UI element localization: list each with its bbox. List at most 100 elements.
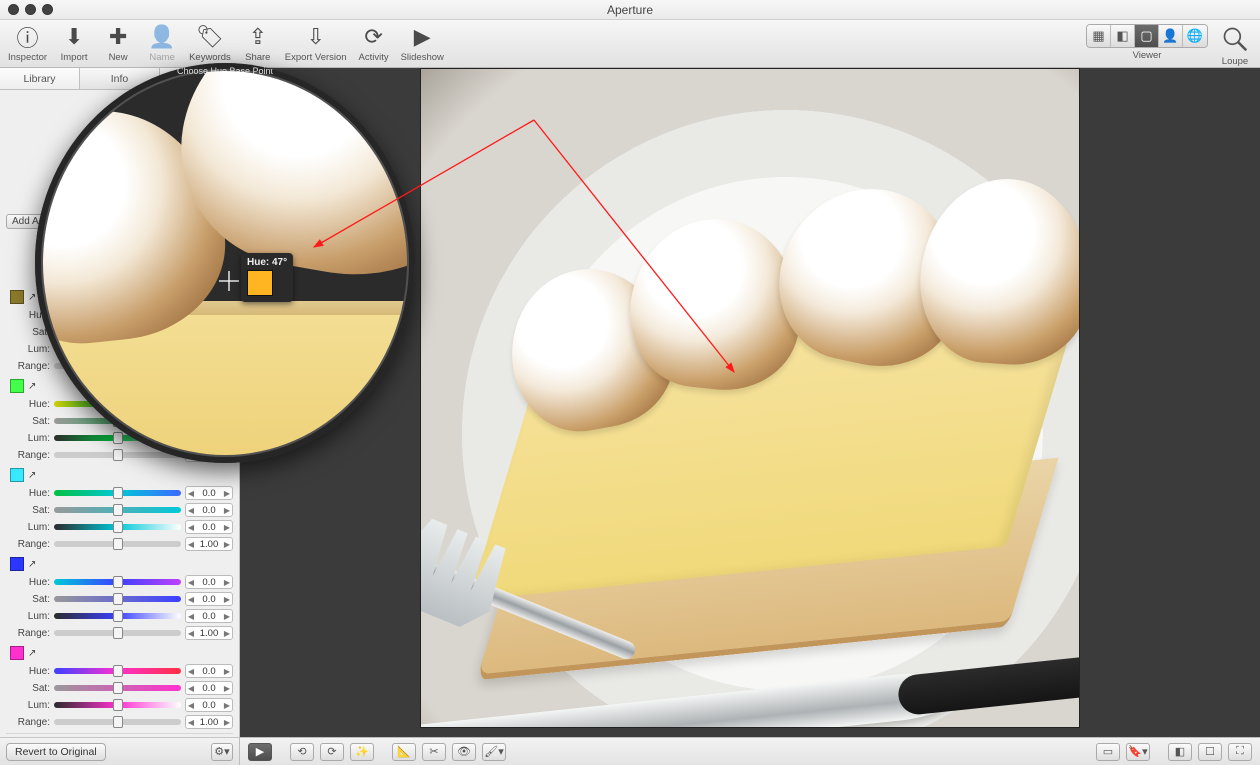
activity-button[interactable]: ⟳ Activity [357,24,391,63]
hue-4-label: Hue: [10,666,50,677]
stepper-increment-icon[interactable]: ▶ [222,540,232,549]
show-primary-only[interactable]: ◧ [1168,743,1192,761]
auto-enhance-button[interactable]: ✨ [350,743,374,761]
color-swatch-1[interactable] [10,379,24,393]
import-button[interactable]: ⬇ Import [57,24,91,63]
color-swatch-2[interactable] [10,468,24,482]
range-2-stepper[interactable]: ◀ 1.00 ▶ [185,537,233,551]
redeye-button[interactable]: 👁 [452,743,476,761]
hue-3-slider[interactable] [54,579,181,585]
sat-3-slider[interactable] [54,596,181,602]
keywords-button[interactable]: 🏷 Keywords [189,24,231,63]
zoom-toggle[interactable]: ▭ [1096,743,1120,761]
hue-3-label: Hue: [10,577,50,588]
stepper-decrement-icon[interactable]: ◀ [186,540,196,549]
new-button[interactable]: ✚ New [101,24,135,63]
lum-3-stepper[interactable]: ◀ 0.0 ▶ [185,609,233,623]
eyedropper-icon[interactable]: ↗ [28,559,36,570]
eyedropper-icon[interactable]: ↗ [28,381,36,392]
loupe-zoom-level[interactable]: 100▼ [366,438,393,449]
range-4-slider[interactable] [54,719,181,725]
selection-tool[interactable]: ▶ [248,743,272,761]
viewer-mode-grid[interactable]: ▦ [1087,25,1111,47]
loupe-overlay[interactable]: Choose Hue Base Point Hue: 47° 100▼ [35,63,415,463]
stepper-increment-icon[interactable]: ▶ [222,612,232,621]
export-button[interactable]: ⇩ Export Version [285,24,347,63]
stepper-increment-icon[interactable]: ▶ [222,595,232,604]
stepper-decrement-icon[interactable]: ◀ [186,506,196,515]
inspector-action-menu[interactable]: ⚙▾ [211,743,233,761]
loupe-crosshair-icon [219,271,239,291]
metadata-overlay-button[interactable]: 🔖▾ [1126,743,1150,761]
stepper-decrement-icon[interactable]: ◀ [186,701,196,710]
keywords-label: Keywords [189,52,231,63]
viewer-mode-single[interactable]: ▢ [1135,25,1159,47]
range-4-label: Range: [10,717,50,728]
share-button[interactable]: ⇪ Share [241,24,275,63]
stepper-increment-icon[interactable]: ▶ [222,667,232,676]
stepper-increment-icon[interactable]: ▶ [222,701,232,710]
stepper-increment-icon[interactable]: ▶ [222,489,232,498]
range-3-slider[interactable] [54,630,181,636]
stepper-decrement-icon[interactable]: ◀ [186,595,196,604]
stepper-increment-icon[interactable]: ▶ [222,629,232,638]
sat-3-stepper[interactable]: ◀ 0.0 ▶ [185,592,233,606]
range-3-stepper[interactable]: ◀ 1.00 ▶ [185,626,233,640]
eyedropper-icon[interactable]: ↗ [28,292,36,303]
rotate-cw-button[interactable]: ⟳ [320,743,344,761]
stepper-decrement-icon[interactable]: ◀ [186,489,196,498]
slideshow-button[interactable]: ▶ Slideshow [401,24,444,63]
stepper-decrement-icon[interactable]: ◀ [186,667,196,676]
loupe-button[interactable]: Loupe [1218,24,1252,67]
eyedropper-icon[interactable]: ↗ [28,648,36,659]
loupe-resize-handle[interactable] [391,441,403,453]
show-master-button[interactable]: ☐ [1198,743,1222,761]
color-swatch-4[interactable] [10,646,24,660]
stepper-decrement-icon[interactable]: ◀ [186,629,196,638]
crop-button[interactable]: ✂ [422,743,446,761]
viewer-mode-split[interactable]: ◧ [1111,25,1135,47]
range-2-slider[interactable] [54,541,181,547]
stepper-decrement-icon[interactable]: ◀ [186,612,196,621]
viewer-mode-places[interactable]: 🌐 [1183,25,1207,47]
stepper-decrement-icon[interactable]: ◀ [186,523,196,532]
hue-2-slider[interactable] [54,490,181,496]
range-4-stepper[interactable]: ◀ 1.00 ▶ [185,715,233,729]
lum-4-stepper[interactable]: ◀ 0.0 ▶ [185,698,233,712]
full-screen-button[interactable]: ⛶ [1228,743,1252,761]
stepper-increment-icon[interactable]: ▶ [222,578,232,587]
stepper-decrement-icon[interactable]: ◀ [186,578,196,587]
stepper-increment-icon[interactable]: ▶ [222,718,232,727]
inspector-button[interactable]: ⓘ Inspector [8,24,47,63]
lum-4-slider[interactable] [54,702,181,708]
color-swatch-0[interactable] [10,290,24,304]
lum-2-stepper[interactable]: ◀ 0.0 ▶ [185,520,233,534]
sat-2-stepper[interactable]: ◀ 0.0 ▶ [185,503,233,517]
eyedropper-icon[interactable]: ↗ [28,470,36,481]
color-swatch-3[interactable] [10,557,24,571]
stepper-decrement-icon[interactable]: ◀ [186,684,196,693]
color-group-4: ↗ Hue: ◀ 0.0 ▶ Sat: ◀ 0.0 ▶ Lum: ◀ 0.0 ▶… [6,644,233,733]
hue-2-stepper[interactable]: ◀ 0.0 ▶ [185,486,233,500]
sat-4-slider[interactable] [54,685,181,691]
lum-3-slider[interactable] [54,613,181,619]
stepper-increment-icon[interactable]: ▶ [222,506,232,515]
straighten-button[interactable]: 📐 [392,743,416,761]
sat-4-stepper[interactable]: ◀ 0.0 ▶ [185,681,233,695]
share-icon: ⇪ [243,24,273,50]
app-title: Aperture [0,3,1260,17]
lum-3-label: Lum: [10,611,50,622]
stepper-decrement-icon[interactable]: ◀ [186,718,196,727]
revert-to-original-button[interactable]: Revert to Original [6,743,106,761]
stepper-increment-icon[interactable]: ▶ [222,523,232,532]
stepper-increment-icon[interactable]: ▶ [222,684,232,693]
retouch-button[interactable]: 🖌▾ [482,743,506,761]
hue-2-value: 0.0 [196,488,222,499]
viewer-mode-faces[interactable]: 👤 [1159,25,1183,47]
rotate-ccw-button[interactable]: ⟲ [290,743,314,761]
sat-2-slider[interactable] [54,507,181,513]
hue-4-slider[interactable] [54,668,181,674]
lum-2-slider[interactable] [54,524,181,530]
hue-3-stepper[interactable]: ◀ 0.0 ▶ [185,575,233,589]
hue-4-stepper[interactable]: ◀ 0.0 ▶ [185,664,233,678]
